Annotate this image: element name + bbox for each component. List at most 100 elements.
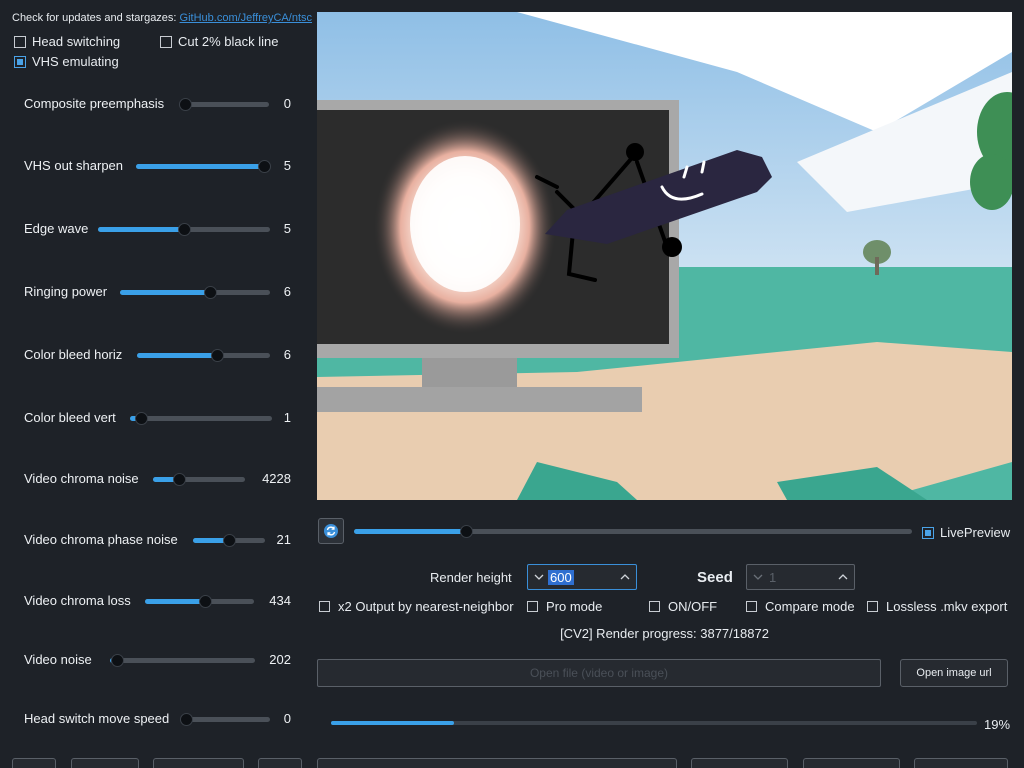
render-height-spinbox[interactable]: 600 [527,564,637,590]
seed-spinbox[interactable]: 1 [746,564,855,590]
slider-label: Color bleed horiz [24,347,123,362]
pro-mode-label: Pro mode [546,599,603,614]
cut-black-line-checkbox[interactable]: Cut 2% black line [160,34,278,49]
x2-output-label: x2 Output by nearest-neighbor [338,599,514,614]
vhs-emulating-checkbox[interactable]: VHS emulating [14,54,119,69]
slider-fill [98,227,184,232]
slider-track[interactable] [153,473,245,486]
slider-value: 6 [283,284,291,299]
x2-output-box[interactable] [319,601,330,612]
video-preview [317,12,1012,500]
update-line: Check for updates and stargazes: GitHub.… [12,12,312,24]
head-switching-checkbox[interactable]: Head switching [14,34,120,49]
update-text: Check for updates and stargazes: [12,12,177,24]
render-progress-fill [331,721,454,725]
pro-mode-box[interactable] [527,601,538,612]
slider-value: 202 [269,652,291,667]
slider-knob[interactable] [223,534,236,547]
head-switching-label: Head switching [32,34,121,49]
render-progress-bar [331,721,977,725]
live-preview-checkbox[interactable]: LivePreview [922,525,1010,540]
slider-value: 0 [283,96,291,111]
vhs-emulating-label: VHS emulating [32,54,119,69]
x2-output-checkbox[interactable]: x2 Output by nearest-neighbor [319,599,514,614]
slider-fill [145,599,205,604]
slider-knob[interactable] [180,713,193,726]
slider-value: 21 [276,532,291,547]
slider-knob[interactable] [198,595,212,608]
bottom-button-5[interactable] [317,758,677,768]
slider-track[interactable] [137,349,270,362]
lossless-mkv-checkbox[interactable]: Lossless .mkv export [867,599,1007,614]
on-off-box[interactable] [649,601,660,612]
live-preview-label: LivePreview [940,525,1011,540]
slider-knob[interactable] [135,412,149,425]
bottom-button-2[interactable] [71,758,139,768]
compare-mode-label: Compare mode [765,599,855,614]
seed-value[interactable]: 1 [769,570,776,585]
slider-label: Video noise [24,652,92,667]
slider-label: Head switch move speed [24,711,170,726]
lossless-mkv-label: Lossless .mkv export [886,599,1008,614]
render-height-value[interactable]: 600 [548,570,574,585]
slider-track[interactable] [120,286,270,299]
bottom-button-8[interactable] [914,758,1008,768]
open-image-url-button[interactable]: Open image url [900,659,1008,687]
slider-value: 5 [283,158,291,173]
live-preview-box[interactable] [922,526,934,539]
slider-knob[interactable] [111,654,125,667]
refresh-icon [324,524,338,538]
slider-label: Video chroma noise [24,471,139,486]
slider-knob[interactable] [179,98,192,111]
slider-fill [136,164,264,169]
vhs-emulating-box[interactable] [14,55,26,68]
head-switching-box[interactable] [14,35,26,48]
on-off-checkbox[interactable]: ON/OFF [649,599,717,614]
slider-value: 434 [269,593,291,608]
github-link[interactable]: GitHub.com/JeffreyCA/ntsc [180,12,312,24]
slider-label: Color bleed vert [24,410,116,425]
slider-fill [137,353,217,358]
chevron-up-icon[interactable] [620,573,630,581]
timeline-knob[interactable] [459,525,473,538]
seed-label: Seed [697,569,733,586]
slider-track[interactable] [179,98,269,111]
slider-label: Ringing power [24,284,108,299]
slider-track[interactable] [136,160,271,173]
slider-knob[interactable] [210,349,224,362]
slider-value: 1 [283,410,291,425]
preview-scene-image [317,12,1012,500]
slider-label: VHS out sharpen [24,158,124,173]
refresh-button[interactable] [318,518,344,544]
slider-track[interactable] [98,223,270,236]
chevron-down-icon[interactable] [753,573,763,581]
chevron-up-icon[interactable] [838,573,848,581]
compare-mode-box[interactable] [746,601,757,612]
slider-knob[interactable] [204,286,217,299]
pro-mode-checkbox[interactable]: Pro mode [527,599,602,614]
timeline-fill [354,529,466,534]
slider-track[interactable] [193,534,265,547]
slider-track[interactable] [145,595,254,608]
slider-knob[interactable] [258,160,271,173]
timeline-slider[interactable] [354,525,912,538]
render-height-label: Render height [430,570,512,585]
bottom-button-6[interactable] [691,758,788,768]
slider-track[interactable] [130,412,272,425]
lossless-mkv-box[interactable] [867,601,878,612]
bottom-button-3[interactable] [153,758,244,768]
bottom-button-1[interactable] [12,758,56,768]
chevron-down-icon[interactable] [534,573,544,581]
slider-label: Edge wave [24,221,89,236]
compare-mode-checkbox[interactable]: Compare mode [746,599,855,614]
slider-track[interactable] [180,713,270,726]
bottom-button-4[interactable] [258,758,302,768]
slider-knob[interactable] [178,223,191,236]
slider-label: Video chroma loss [24,593,131,608]
open-file-button[interactable]: Open file (video or image) [317,659,881,687]
slider-knob[interactable] [172,473,186,486]
bottom-button-7[interactable] [803,758,900,768]
slider-track[interactable] [110,654,255,667]
on-off-label: ON/OFF [668,599,718,614]
cut-black-line-box[interactable] [160,35,172,48]
